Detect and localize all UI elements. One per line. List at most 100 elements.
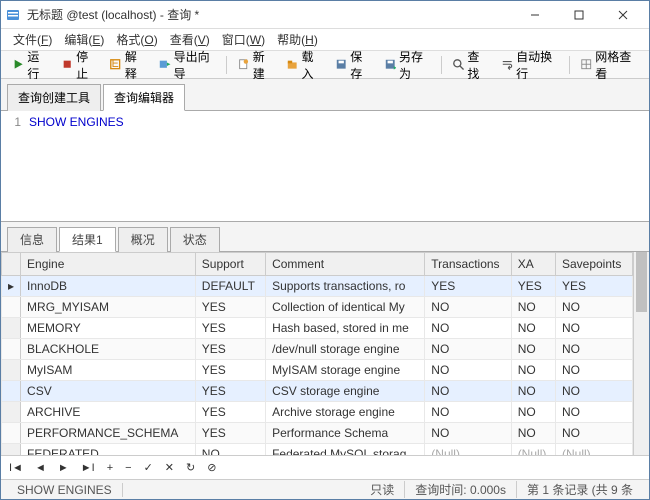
cell[interactable]: NO (425, 360, 511, 381)
cell[interactable]: Hash based, stored in me (266, 318, 425, 339)
cell[interactable]: /dev/null storage engine (266, 339, 425, 360)
cell[interactable]: DEFAULT (195, 276, 265, 297)
cell[interactable]: YES (195, 318, 265, 339)
column-header[interactable]: Engine (21, 253, 196, 276)
nav-prev[interactable]: ◄ (33, 462, 48, 474)
cell[interactable]: YES (195, 402, 265, 423)
cell[interactable]: NO (555, 423, 632, 444)
nav-add[interactable]: + (105, 462, 115, 474)
cell[interactable]: YES (425, 276, 511, 297)
tab-query-builder[interactable]: 查询创建工具 (7, 84, 101, 111)
titlebar: 无标题 @test (localhost) - 查询 * (1, 1, 649, 29)
cell[interactable]: YES (195, 423, 265, 444)
cell[interactable]: ARCHIVE (21, 402, 196, 423)
cell[interactable]: InnoDB (21, 276, 196, 297)
table-row[interactable]: MEMORYYESHash based, stored in meNONONO (2, 318, 633, 339)
cell[interactable]: NO (425, 402, 511, 423)
scrollbar-thumb[interactable] (636, 252, 647, 312)
status-readonly: 只读 (360, 481, 405, 498)
cell[interactable]: NO (511, 402, 555, 423)
cell[interactable]: Collection of identical My (266, 297, 425, 318)
cell[interactable]: NO (425, 423, 511, 444)
cell[interactable]: PERFORMANCE_SCHEMA (21, 423, 196, 444)
nav-check[interactable]: ✓ (142, 461, 155, 474)
cell[interactable]: NO (511, 360, 555, 381)
cell[interactable]: (Null) (511, 444, 555, 456)
cell[interactable]: NO (555, 402, 632, 423)
table-row[interactable]: BLACKHOLEYES/dev/null storage engineNONO… (2, 339, 633, 360)
cell[interactable]: CSV storage engine (266, 381, 425, 402)
table-row[interactable]: MRG_MYISAMYESCollection of identical MyN… (2, 297, 633, 318)
tab-result1[interactable]: 结果1 (59, 227, 116, 252)
nav-first[interactable]: I◄ (7, 462, 25, 474)
cell[interactable]: YES (555, 276, 632, 297)
cell[interactable]: NO (555, 381, 632, 402)
cell[interactable]: MyISAM storage engine (266, 360, 425, 381)
sql-editor[interactable]: 1 SHOW ENGINES (1, 111, 649, 221)
window-title: 无标题 @test (localhost) - 查询 * (27, 6, 513, 23)
minimize-button[interactable] (513, 1, 557, 29)
cell[interactable]: NO (425, 318, 511, 339)
nav-refresh[interactable]: ↻ (184, 461, 197, 474)
cell[interactable]: YES (195, 297, 265, 318)
column-header[interactable]: XA (511, 253, 555, 276)
table-row[interactable]: CSVYESCSV storage engineNONONO (2, 381, 633, 402)
cell[interactable]: YES (511, 276, 555, 297)
cell[interactable]: YES (195, 381, 265, 402)
cell[interactable]: YES (195, 339, 265, 360)
cell[interactable]: MEMORY (21, 318, 196, 339)
cell[interactable]: Supports transactions, ro (266, 276, 425, 297)
column-header[interactable]: Transactions (425, 253, 511, 276)
cell[interactable]: NO (425, 297, 511, 318)
cell[interactable]: NO (555, 297, 632, 318)
cell[interactable]: NO (555, 339, 632, 360)
cell[interactable]: BLACKHOLE (21, 339, 196, 360)
tab-profile[interactable]: 概况 (118, 227, 168, 252)
nav-stop[interactable]: ⊘ (205, 461, 218, 474)
export-icon (158, 58, 170, 72)
cell[interactable]: NO (195, 444, 265, 456)
cell[interactable]: YES (195, 360, 265, 381)
cell[interactable]: (Null) (555, 444, 632, 456)
nav-next[interactable]: ► (56, 462, 71, 474)
cell[interactable]: Federated MySQL storag (266, 444, 425, 456)
close-button[interactable] (601, 1, 645, 29)
cell[interactable]: NO (511, 423, 555, 444)
cell[interactable]: NO (425, 339, 511, 360)
table-row[interactable]: ARCHIVEYESArchive storage engineNONONO (2, 402, 633, 423)
nav-cancel[interactable]: ✕ (163, 461, 176, 474)
tab-info[interactable]: 信息 (7, 227, 57, 252)
cell[interactable]: Performance Schema (266, 423, 425, 444)
cell[interactable]: MyISAM (21, 360, 196, 381)
tab-status[interactable]: 状态 (170, 227, 220, 252)
result-tabs: 信息 结果1 概况 状态 (1, 221, 649, 252)
maximize-button[interactable] (557, 1, 601, 29)
column-header[interactable]: Support (195, 253, 265, 276)
row-marker (2, 297, 21, 318)
column-header[interactable]: Savepoints (555, 253, 632, 276)
table-row[interactable]: ▸InnoDBDEFAULTSupports transactions, roY… (2, 276, 633, 297)
cell[interactable]: NO (425, 381, 511, 402)
table-row[interactable]: FEDERATEDNOFederated MySQL storag(Null)(… (2, 444, 633, 456)
cell[interactable]: Archive storage engine (266, 402, 425, 423)
cell[interactable]: NO (511, 318, 555, 339)
result-grid[interactable]: EngineSupportCommentTransactionsXASavepo… (1, 252, 633, 455)
table-row[interactable]: PERFORMANCE_SCHEMAYESPerformance SchemaN… (2, 423, 633, 444)
cell[interactable]: NO (555, 360, 632, 381)
nav-last[interactable]: ►I (79, 462, 97, 474)
grid-icon (580, 58, 592, 72)
cell[interactable]: NO (511, 339, 555, 360)
tab-query-editor[interactable]: 查询编辑器 (103, 84, 185, 111)
table-row[interactable]: MyISAMYESMyISAM storage engineNONONO (2, 360, 633, 381)
nav-delete[interactable]: − (123, 462, 133, 474)
cell[interactable]: (Null) (425, 444, 511, 456)
cell[interactable]: NO (511, 381, 555, 402)
separator (569, 56, 570, 74)
cell[interactable]: MRG_MYISAM (21, 297, 196, 318)
cell[interactable]: FEDERATED (21, 444, 196, 456)
cell[interactable]: NO (511, 297, 555, 318)
vertical-scrollbar[interactable] (633, 252, 649, 455)
column-header[interactable]: Comment (266, 253, 425, 276)
cell[interactable]: CSV (21, 381, 196, 402)
cell[interactable]: NO (555, 318, 632, 339)
